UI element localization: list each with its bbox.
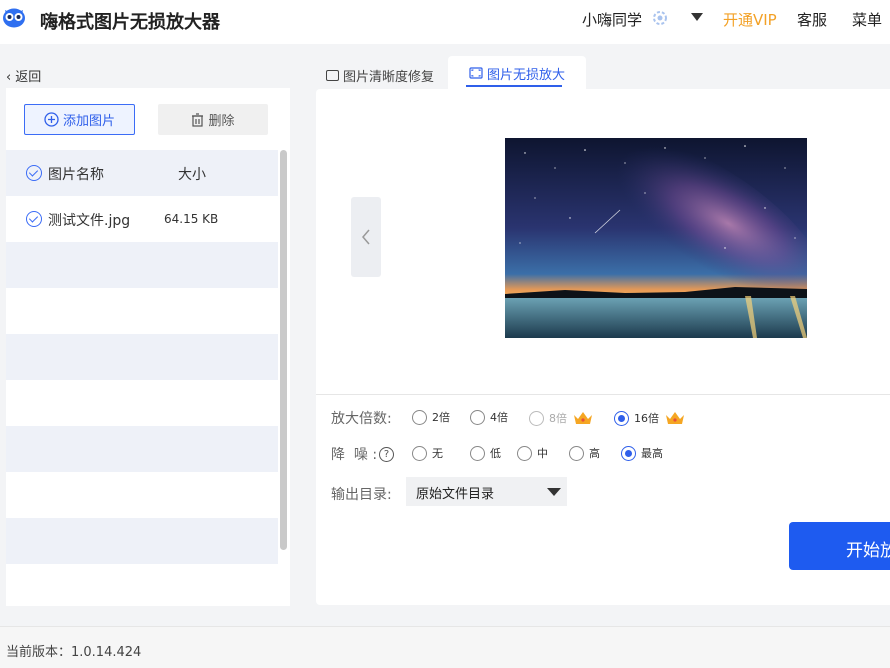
scale-label: 放大倍数: <box>331 411 392 427</box>
output-row: 输出目录: <box>331 484 392 504</box>
scale-option-2x[interactable]: 2倍 <box>412 409 450 425</box>
chevron-left-icon: ‹ <box>6 70 12 85</box>
denoise-option-highest[interactable]: 最高 <box>621 445 663 461</box>
empty-row <box>6 472 278 518</box>
open-vip-button[interactable]: 开通VIP <box>723 9 777 30</box>
table-row[interactable]: 测试文件.jpg 64.15 KB <box>6 196 278 242</box>
previous-image-button[interactable] <box>351 197 381 277</box>
add-image-button[interactable]: 添加图片 <box>24 104 135 135</box>
denoise-label: 降 噪 : <box>331 447 378 463</box>
denoise-option-medium[interactable]: 中 <box>517 445 548 461</box>
scale-option-label: 4倍 <box>490 411 508 424</box>
output-directory-value: 原始文件目录 <box>416 487 495 502</box>
output-label: 输出目录: <box>331 487 392 503</box>
active-tab-indicator <box>466 85 562 87</box>
customer-service-button[interactable]: 客服 <box>797 9 827 30</box>
denoise-option-label: 中 <box>537 447 548 460</box>
radio-icon <box>470 409 485 425</box>
file-table: 图片名称 大小 测试文件.jpg 64.15 KB <box>6 150 278 564</box>
menu-button[interactable]: 菜单 <box>852 9 882 30</box>
tab-clarity-repair-label: 图片清晰度修复 <box>343 70 435 85</box>
empty-row <box>6 242 278 288</box>
crown-icon <box>666 412 684 424</box>
denoise-option-label: 无 <box>432 447 443 460</box>
add-image-label: 添加图片 <box>62 114 115 129</box>
file-list-panel: 添加图片 删除 图片名称 大小 测试文件.jpg 64.15 KB <box>6 88 290 606</box>
denoise-option-label: 低 <box>490 447 501 460</box>
app-title: 嗨格式图片无损放大器 <box>40 12 220 33</box>
vip-badge-icon <box>653 11 667 25</box>
radio-icon <box>569 445 584 461</box>
denoise-option-high[interactable]: 高 <box>569 445 600 461</box>
back-label: 返回 <box>15 70 42 85</box>
radio-selected-icon <box>614 410 629 426</box>
empty-row <box>6 288 278 334</box>
crown-icon <box>574 412 592 424</box>
denoise-row: 降 噪 : ? <box>331 444 395 464</box>
help-icon[interactable]: ? <box>379 446 395 462</box>
owl-logo-icon <box>3 8 25 28</box>
tab-lossless-enlarge[interactable]: 图片无损放大 <box>448 56 586 90</box>
user-dropdown-icon[interactable] <box>691 13 703 21</box>
file-size: 64.15 KB <box>164 212 219 226</box>
plus-circle-icon <box>44 112 59 127</box>
title-bar: 嗨格式图片无损放大器 小嗨同学 开通VIP 客服 菜单 <box>0 0 890 44</box>
image-repair-icon <box>326 70 339 81</box>
denoise-option-label: 高 <box>589 447 600 460</box>
radio-icon <box>412 409 427 425</box>
radio-icon <box>529 410 544 426</box>
radio-icon <box>517 445 532 461</box>
main-panel: 放大倍数: 2倍 4倍 8倍 16倍 降 噪 : ? 无 低 中 高 最高 输出… <box>316 89 890 605</box>
back-button[interactable]: ‹ 返回 <box>6 66 41 85</box>
image-preview <box>505 138 807 338</box>
denoise-option-none[interactable]: 无 <box>412 445 443 461</box>
chevron-left-icon <box>362 229 370 245</box>
tab-lossless-enlarge-label: 图片无损放大 <box>486 67 565 83</box>
empty-row <box>6 334 278 380</box>
column-name-header: 图片名称 <box>48 167 104 183</box>
scale-option-16x[interactable]: 16倍 <box>614 409 686 427</box>
radio-icon <box>470 445 485 461</box>
delete-button[interactable]: 删除 <box>158 104 268 135</box>
file-list-scrollbar[interactable] <box>280 150 287 550</box>
scale-option-label: 16倍 <box>634 412 659 425</box>
radio-selected-icon <box>621 445 636 461</box>
denoise-option-low[interactable]: 低 <box>470 445 501 461</box>
scale-option-8x[interactable]: 8倍 <box>529 409 594 427</box>
version-text: 当前版本：1.0.14.424 <box>6 645 142 660</box>
start-enlarge-button[interactable]: 开始放大 <box>789 522 890 570</box>
user-name[interactable]: 小嗨同学 <box>582 9 642 30</box>
scale-option-4x[interactable]: 4倍 <box>470 409 508 425</box>
denoise-option-label: 最高 <box>641 447 663 460</box>
trash-icon <box>192 112 204 127</box>
radio-icon <box>412 445 427 461</box>
empty-row <box>6 426 278 472</box>
scale-option-label: 8倍 <box>549 412 567 425</box>
row-check-icon[interactable] <box>26 211 42 227</box>
file-name: 测试文件.jpg <box>48 213 131 229</box>
enlarge-icon <box>469 67 483 79</box>
settings-divider <box>316 394 890 395</box>
empty-row <box>6 518 278 564</box>
scale-option-label: 2倍 <box>432 411 450 424</box>
scale-row: 放大倍数: <box>331 408 392 428</box>
chevron-down-icon <box>547 488 561 496</box>
empty-row <box>6 380 278 426</box>
table-header: 图片名称 大小 <box>6 150 278 196</box>
column-size-header: 大小 <box>178 167 206 183</box>
select-all-check-icon[interactable] <box>26 165 42 181</box>
delete-label: 删除 <box>208 114 235 129</box>
status-bar: 当前版本：1.0.14.424 <box>0 626 890 668</box>
tab-clarity-repair[interactable]: 图片清晰度修复 <box>326 66 434 85</box>
output-directory-select[interactable]: 原始文件目录 <box>406 477 567 506</box>
